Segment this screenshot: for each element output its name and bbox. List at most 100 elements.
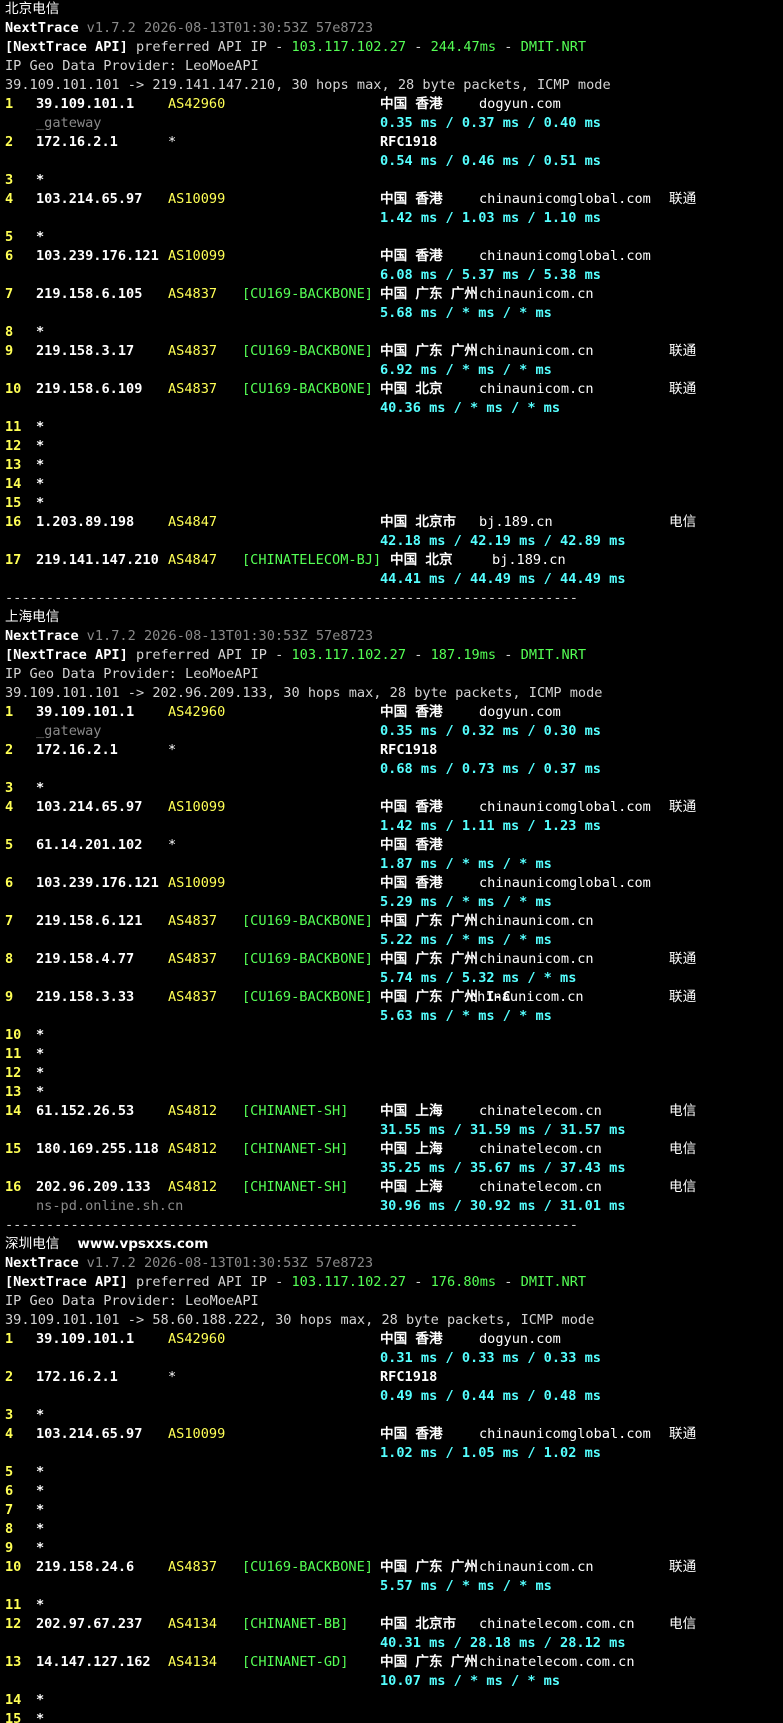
hop-number: 12 [5, 1616, 22, 1632]
hop-number: 2 [5, 742, 14, 758]
hop-ip: * [36, 172, 45, 188]
hop-row: 11 * [5, 418, 783, 437]
hop-ip: 219.158.6.109 [36, 381, 143, 397]
hop-detail-row: 42.18 ms / 42.19 ms / 42.89 ms [5, 532, 783, 551]
trace-text: 39.109.101.101 -> 58.60.188.222, 30 hops… [5, 1312, 595, 1328]
provider-line: IP Geo Data Provider: LeoMoeAPI [5, 1292, 783, 1311]
hop-number: 1 [5, 96, 14, 112]
hop-asn: AS42960 [168, 1331, 226, 1347]
hop-tag: [CHINANET-SH] [242, 1103, 349, 1119]
hop-number: 12 [5, 438, 22, 454]
hop-rtt: 0.35 ms / 0.37 ms / 0.40 ms [380, 115, 601, 131]
hop-number: 9 [5, 1540, 14, 1556]
hop-host: chinaunicom.cn [479, 913, 594, 929]
hop-row: 8 219.158.4.77 AS4837 [CU169-BACKBONE] 中国 广东… [5, 950, 783, 969]
api-dash: - [496, 39, 521, 55]
hop-isp: 联通 [669, 1559, 697, 1575]
hop-detail-row: 1.87 ms / * ms / * ms [5, 855, 783, 874]
hop-number: 13 [5, 1084, 22, 1100]
hop-detail-row: 0.68 ms / 0.73 ms / 0.37 ms [5, 760, 783, 779]
hop-number: 3 [5, 172, 14, 188]
hop-number: 11 [5, 419, 22, 435]
hop-rtt: 5.22 ms / * ms / * ms [380, 932, 552, 948]
hop-row: 6 103.239.176.121 AS10099 中国 香港 chinaunicomg… [5, 874, 783, 893]
hop-number: 10 [5, 381, 22, 397]
hop-detail-row: 0.31 ms / 0.33 ms / 0.33 ms [5, 1349, 783, 1368]
hop-host: chinaunicomglobal.com [479, 248, 651, 264]
tool-name: NextTrace [5, 628, 79, 644]
hop-rtt: 0.68 ms / 0.73 ms / 0.37 ms [380, 761, 601, 777]
version-line: NextTrace v1.7.2 2026-08-13T01:30:53Z 57e… [5, 1254, 783, 1273]
hop-row: 9 * [5, 1539, 783, 1558]
api-node: DMIT.NRT [520, 647, 587, 663]
hop-asn: AS4837 [168, 343, 218, 359]
hop-detail-row: 0.49 ms / 0.44 ms / 0.48 ms [5, 1387, 783, 1406]
version-line: NextTrace v1.7.2 2026-08-13T01:30:53Z 57e… [5, 627, 783, 646]
hop-row: 16 1.203.89.198 AS4847 中国 北京市 bj.189.cn 电信 [5, 513, 783, 532]
section-title: 上海电信 [5, 608, 783, 627]
hop-row: 3 * [5, 1406, 783, 1425]
api-mid: preferred API IP - [127, 39, 292, 55]
hop-geo: 中国 香港 [380, 799, 443, 815]
hop-ip: * [36, 476, 45, 492]
hop-rtt: 0.35 ms / 0.32 ms / 0.30 ms [380, 723, 601, 739]
trace-text: 39.109.101.101 -> 202.96.209.133, 30 hop… [5, 685, 603, 701]
hop-asn: AS4847 [168, 552, 218, 568]
hop-row: 13 * [5, 1083, 783, 1102]
hop-geo: RFC1918 [380, 134, 438, 150]
hop-tag: [CHINANET-BB] [242, 1616, 349, 1632]
hop-row: 5 * [5, 1463, 783, 1482]
watermark-text: www.vpsxxs.com [77, 1236, 209, 1252]
hop-ip: 219.158.3.33 [36, 989, 135, 1005]
hop-number: 6 [5, 1483, 14, 1499]
hop-tag: [CU169-BACKBONE] [242, 343, 373, 359]
hop-asn: AS10099 [168, 191, 226, 207]
hop-number: 7 [5, 913, 14, 929]
hop-number: 2 [5, 134, 14, 150]
hop-ip: 219.141.147.210 [36, 552, 159, 568]
hop-host: chinaunicomglobal.com [479, 191, 651, 207]
hop-isp: 联通 [669, 951, 697, 967]
section-title: 北京电信 [5, 0, 783, 19]
hop-number: 4 [5, 1426, 14, 1442]
hop-geo: 中国 香港 [380, 837, 443, 853]
hop-detail-row: 1.42 ms / 1.11 ms / 1.23 ms [5, 817, 783, 836]
hop-host: chinaunicom.cn [469, 989, 584, 1005]
api-ms: 187.19ms [430, 647, 497, 663]
hop-asn: AS4837 [168, 1559, 218, 1575]
hop-number: 12 [5, 1065, 22, 1081]
hop-row: 14 61.152.26.53 AS4812 [CHINANET-SH] 中国 上海 ch… [5, 1102, 783, 1121]
hop-detail-row: 5.22 ms / * ms / * ms [5, 931, 783, 950]
hop-ip: * [36, 457, 45, 473]
hop-detail-row: 5.29 ms / * ms / * ms [5, 893, 783, 912]
hop-geo: 中国 香港 [380, 96, 443, 112]
hop-isp: 电信 [669, 1141, 697, 1157]
separator: ----------------------------------------… [5, 590, 578, 606]
hop-ip: * [36, 1407, 45, 1423]
hop-host: dogyun.com [479, 704, 561, 720]
hop-host: dogyun.com [479, 96, 561, 112]
hop-geo: 中国 香港 [380, 704, 443, 720]
hop-host: bj.189.cn [479, 514, 553, 530]
hop-number: 7 [5, 286, 14, 302]
hop-row: 10 219.158.6.109 AS4837 [CU169-BACKBONE] 中国 … [5, 380, 783, 399]
hop-ip: * [36, 1540, 45, 1556]
hop-ip: * [36, 1502, 45, 1518]
hop-ip: * [36, 1046, 45, 1062]
hop-row: 6 103.239.176.121 AS10099 中国 香港 chinaunicomg… [5, 247, 783, 266]
hop-asn: AS4812 [168, 1179, 218, 1195]
hop-number: 4 [5, 191, 14, 207]
hop-rtt: 30.96 ms / 30.92 ms / 31.01 ms [380, 1198, 626, 1214]
hop-asn: * [168, 837, 177, 853]
section-title-text: 上海电信 [5, 609, 60, 625]
hop-number: 5 [5, 837, 14, 853]
hop-ip: 61.152.26.53 [36, 1103, 135, 1119]
hop-rtt: 5.63 ms / * ms / * ms [380, 1008, 552, 1024]
hop-detail-row: 5.74 ms / 5.32 ms / * ms [5, 969, 783, 988]
hop-detail-row: 6.08 ms / 5.37 ms / 5.38 ms [5, 266, 783, 285]
trace-line: 39.109.101.101 -> 58.60.188.222, 30 hops… [5, 1311, 783, 1330]
hop-rtt: 5.29 ms / * ms / * ms [380, 894, 552, 910]
hop-asn: AS4837 [168, 989, 218, 1005]
hop-isp: 联通 [669, 381, 697, 397]
hop-row: 13 * [5, 456, 783, 475]
